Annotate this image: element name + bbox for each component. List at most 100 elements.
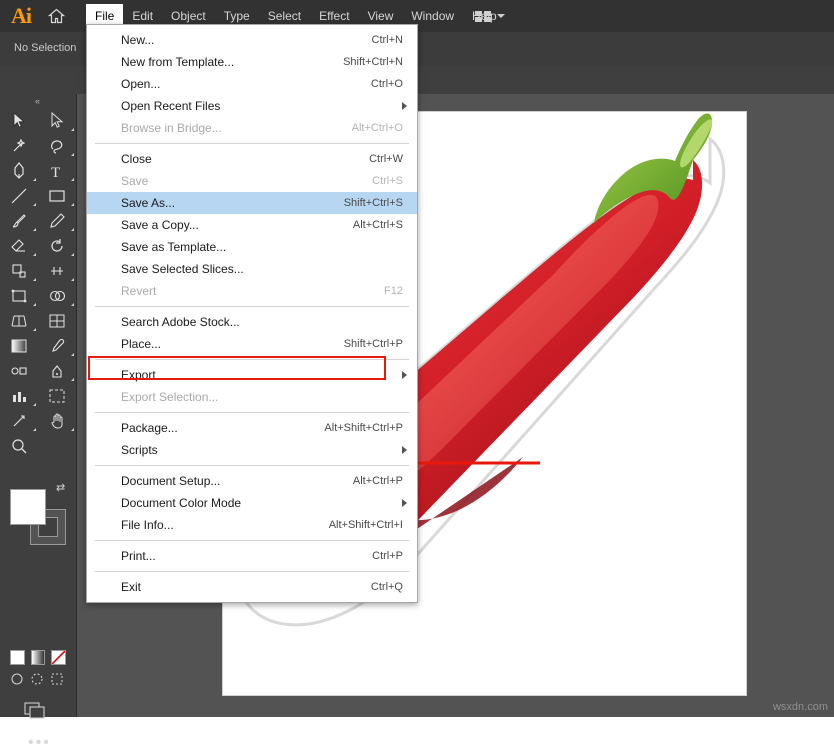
chevron-right-icon (402, 371, 407, 379)
menu-item-file-info[interactable]: File Info... Alt+Shift+Ctrl+I (87, 514, 417, 536)
menu-item-shortcut: Shift+Ctrl+S (344, 197, 407, 209)
menu-item-browse-in-bridge: Browse in Bridge... Alt+Ctrl+O (87, 117, 417, 139)
menu-item-shortcut: Ctrl+W (369, 153, 407, 165)
menu-item-search-adobe-stock[interactable]: Search Adobe Stock... (87, 311, 417, 333)
menu-item-label: Open Recent Files (121, 99, 220, 113)
magic-wand-tool[interactable] (0, 133, 38, 158)
selection-status-label: No Selection (14, 42, 76, 54)
menu-separator (95, 465, 409, 466)
menu-separator (95, 412, 409, 413)
illustrator-logo: Ai (6, 3, 36, 29)
menu-item-shortcut: Alt+Shift+Ctrl+I (329, 519, 407, 531)
none-button[interactable] (51, 650, 66, 665)
shape-builder-tool[interactable] (38, 283, 76, 308)
menu-item-save: Save Ctrl+S (87, 170, 417, 192)
chevron-down-icon (497, 14, 505, 18)
menu-item-close[interactable]: Close Ctrl+W (87, 148, 417, 170)
color-mode-buttons (10, 649, 66, 665)
gradient-tool[interactable] (0, 333, 38, 358)
menu-item-exit[interactable]: Exit Ctrl+Q (87, 576, 417, 598)
menu-item-shortcut: Shift+Ctrl+N (343, 56, 407, 68)
perspective-grid-tool[interactable] (0, 308, 38, 333)
chevron-right-icon (402, 446, 407, 454)
hand-tool[interactable] (38, 408, 76, 433)
lasso-tool[interactable] (38, 133, 76, 158)
menu-item-label: Document Color Mode (121, 496, 241, 510)
menu-item-label: Close (121, 152, 152, 166)
menu-item-shortcut: Ctrl+P (372, 550, 407, 562)
menu-item-place[interactable]: Place... Shift+Ctrl+P (87, 333, 417, 355)
blend-tool[interactable] (0, 358, 38, 383)
rectangle-tool[interactable] (38, 183, 76, 208)
svg-text:T: T (51, 165, 60, 179)
fill-and-stroke-control[interactable]: ⇄ (10, 489, 66, 545)
draw-normal-icon[interactable] (10, 672, 24, 686)
menu-item-export[interactable]: Export (87, 364, 417, 386)
change-screen-mode-icon[interactable] (24, 702, 46, 723)
swap-fill-stroke-icon[interactable]: ⇄ (56, 481, 65, 494)
width-tool[interactable] (38, 258, 76, 283)
menu-item-label: Save (121, 174, 148, 188)
type-tool[interactable]: T (38, 158, 76, 183)
eraser-tool[interactable] (0, 233, 38, 258)
pen-tool[interactable] (0, 158, 38, 183)
symbol-sprayer-tool[interactable] (38, 358, 76, 383)
menu-item-label: Scripts (121, 443, 158, 457)
menu-item-scripts[interactable]: Scripts (87, 439, 417, 461)
menu-item-save-as-template[interactable]: Save as Template... (87, 236, 417, 258)
draw-behind-icon[interactable] (30, 672, 44, 686)
rotate-tool[interactable] (38, 233, 76, 258)
menu-item-new-from-template[interactable]: New from Template... Shift+Ctrl+N (87, 51, 417, 73)
menu-item-document-color-mode[interactable]: Document Color Mode (87, 492, 417, 514)
color-button[interactable] (10, 650, 25, 665)
menu-item-open-recent-files[interactable]: Open Recent Files (87, 95, 417, 117)
menu-item-label: Search Adobe Stock... (121, 315, 240, 329)
menu-item-save-selected-slices[interactable]: Save Selected Slices... (87, 258, 417, 280)
menu-separator (95, 540, 409, 541)
menu-item-shortcut: Shift+Ctrl+P (344, 338, 407, 350)
menu-item-shortcut: Ctrl+S (372, 175, 407, 187)
artboard-tool[interactable] (38, 383, 76, 408)
menu-item-shortcut: Ctrl+N (372, 34, 407, 46)
screen-mode-row (10, 672, 66, 688)
menu-item-shortcut: F12 (384, 285, 407, 297)
eyedropper-tool[interactable] (38, 333, 76, 358)
zoom-tool[interactable] (0, 433, 38, 458)
menu-separator (95, 306, 409, 307)
menu-item-new[interactable]: New... Ctrl+N (87, 29, 417, 51)
menu-item-export-selection: Export Selection... (87, 386, 417, 408)
mesh-tool[interactable] (38, 308, 76, 333)
pencil-tool[interactable] (38, 208, 76, 233)
paintbrush-tool[interactable] (0, 208, 38, 233)
menu-item-label: Package... (121, 421, 178, 435)
menu-item-open[interactable]: Open... Ctrl+O (87, 73, 417, 95)
scale-tool[interactable] (0, 258, 38, 283)
menu-item-print[interactable]: Print... Ctrl+P (87, 545, 417, 567)
draw-inside-icon[interactable] (50, 672, 64, 686)
column-graph-tool[interactable] (0, 383, 38, 408)
direct-selection-tool[interactable] (38, 108, 76, 133)
tools-panel-collapse-handle[interactable]: « (0, 94, 76, 108)
menu-item-label: Save a Copy... (121, 218, 199, 232)
tools-panel: « T (0, 94, 77, 717)
menu-item-label: Exit (121, 580, 141, 594)
file-menu-dropdown[interactable]: New... Ctrl+N New from Template... Shift… (86, 24, 418, 603)
edit-toolbar-button[interactable]: ••• (28, 734, 51, 752)
fill-color-swatch[interactable] (10, 489, 46, 525)
menu-item-shortcut: Alt+Ctrl+S (353, 219, 407, 231)
line-segment-tool[interactable] (0, 183, 38, 208)
menu-item-save-a-copy[interactable]: Save a Copy... Alt+Ctrl+S (87, 214, 417, 236)
menu-item-label: Print... (121, 549, 156, 563)
gradient-button[interactable] (31, 650, 46, 665)
menu-item-shortcut: Alt+Ctrl+P (353, 475, 407, 487)
menu-item-document-setup[interactable]: Document Setup... Alt+Ctrl+P (87, 470, 417, 492)
free-transform-tool[interactable] (0, 283, 38, 308)
arrange-documents-button[interactable] (475, 6, 525, 26)
chevron-right-icon (402, 499, 407, 507)
selection-tool[interactable] (0, 108, 38, 133)
chevron-right-icon (402, 102, 407, 110)
slice-tool[interactable] (0, 408, 38, 433)
home-icon[interactable] (44, 5, 68, 27)
menu-item-package[interactable]: Package... Alt+Shift+Ctrl+P (87, 417, 417, 439)
menu-item-save-as[interactable]: Save As... Shift+Ctrl+S (87, 192, 417, 214)
